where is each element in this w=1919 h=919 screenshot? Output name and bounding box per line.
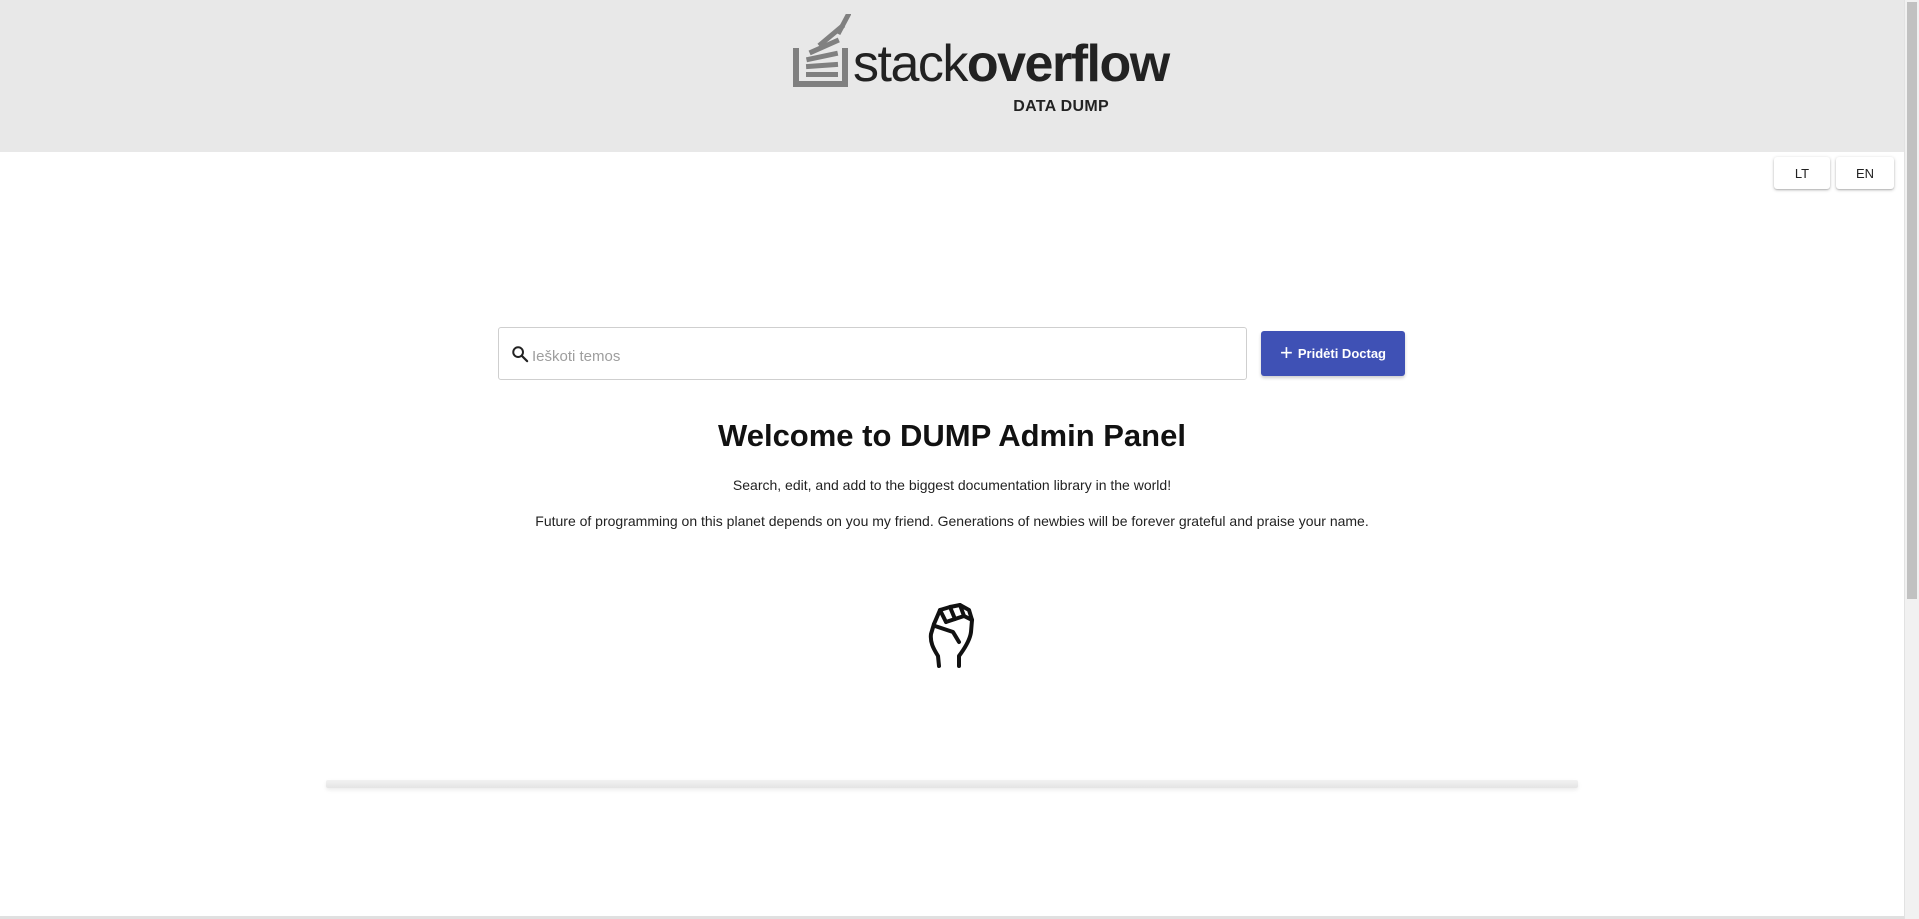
language-lt-button[interactable]: LT	[1774, 157, 1830, 189]
vertical-scrollbar[interactable]	[1904, 0, 1919, 919]
content-divider	[326, 780, 1578, 788]
raised-fist-icon	[928, 603, 974, 668]
search-box[interactable]	[498, 327, 1247, 380]
add-doctag-label: Pridėti Doctag	[1297, 346, 1386, 361]
welcome-description: Search, edit, and add to the biggest doc…	[732, 477, 1172, 493]
page-title: Welcome to DUMP Admin Panel	[718, 418, 1186, 453]
header: stackoverflow DATA DUMP	[0, 0, 1904, 152]
stack-icon	[793, 14, 851, 87]
logo-subtitle: DATA DUMP	[1013, 98, 1109, 115]
plus-icon: +	[1280, 340, 1293, 365]
logo-word-bold: overflow	[966, 35, 1170, 93]
logo-word-light: stack	[853, 35, 968, 93]
welcome-motivation: Future of programming on this planet dep…	[535, 513, 1369, 529]
add-doctag-button[interactable]: + Pridėti Doctag	[1261, 331, 1405, 376]
logo-wordmark: stackoverflow	[853, 35, 1170, 93]
scrollbar-thumb[interactable]	[1907, 2, 1917, 599]
stackoverflow-logo[interactable]: stackoverflow DATA DUMP	[793, 14, 1170, 118]
search-icon	[512, 346, 529, 363]
language-en-button[interactable]: EN	[1836, 157, 1894, 189]
search-input[interactable]	[530, 338, 1234, 374]
